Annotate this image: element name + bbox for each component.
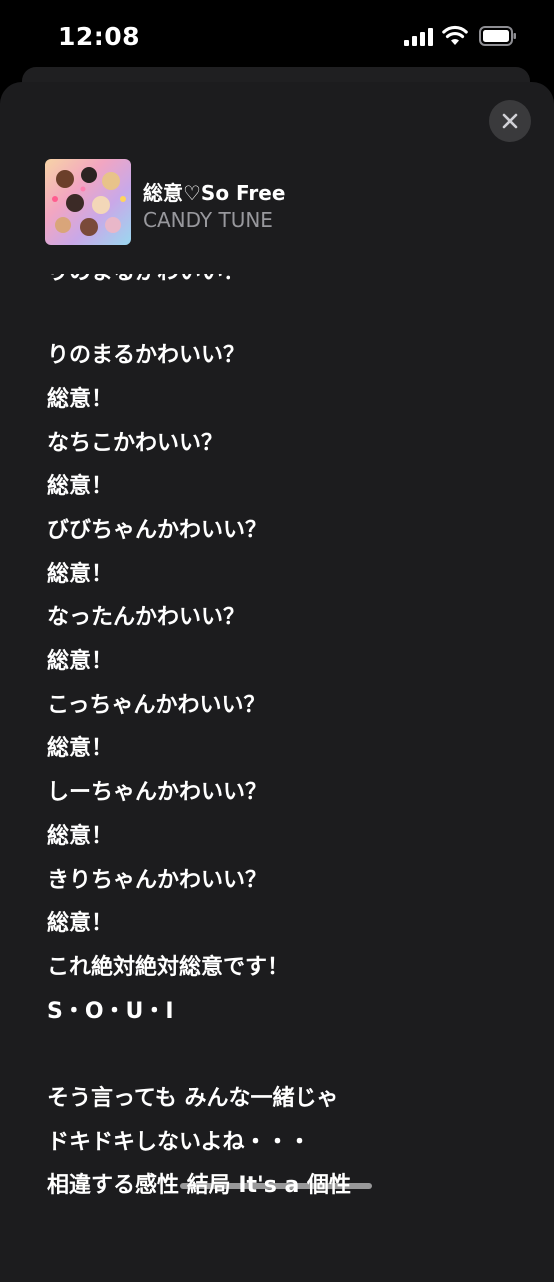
lyric-line: 総意！ xyxy=(47,562,114,587)
lyric-line: これ絶対絶対総意です！ xyxy=(47,955,290,980)
close-icon xyxy=(502,113,518,129)
lyric-line: きりちゃんかわいい？ xyxy=(47,868,268,893)
status-time: 12:08 xyxy=(58,22,141,51)
lyric-line: 総意！ xyxy=(47,824,114,849)
lyric-line: ドキドキしないよね・・・ xyxy=(47,1130,311,1155)
status-bar: 12:08 xyxy=(0,0,554,70)
cellular-signal-icon xyxy=(404,28,433,46)
lyric-line: そう言っても みんな一緒じゃ xyxy=(47,1086,339,1111)
wifi-icon xyxy=(442,25,468,45)
lyric-line: 総意！ xyxy=(47,474,114,499)
lyric-line: なったんかわいい？ xyxy=(47,605,246,630)
artist-name[interactable]: CANDY TUNE xyxy=(143,208,273,232)
lyric-line: 総意！ xyxy=(47,387,114,412)
song-title: 総意♡So Free xyxy=(143,181,286,205)
lyric-line: なちこかわいい？ xyxy=(47,431,224,456)
album-artwork-image xyxy=(52,167,126,236)
lyric-line: 総意！ xyxy=(47,649,114,674)
lyric-line: S・O・U・I xyxy=(47,999,174,1024)
album-artwork[interactable] xyxy=(45,159,131,245)
battery-icon xyxy=(479,26,516,46)
now-playing-header: 総意♡So Free CANDY TUNE xyxy=(0,150,554,268)
close-button[interactable] xyxy=(489,100,531,142)
lyric-line: こっちゃんかわいい？ xyxy=(47,693,266,718)
lyric-line: 総意！ xyxy=(47,736,114,761)
home-indicator[interactable] xyxy=(180,1183,372,1189)
lyric-line: しーちゃんかわいい？ xyxy=(47,780,268,805)
lyrics-scroll-view[interactable]: りのまるかわいい？ りのまるかわいい？ 総意！ なちこかわいい？ 総意！ びびち… xyxy=(0,240,554,1199)
lyric-line: りのまるかわいい？ xyxy=(47,343,246,368)
lyric-line: 総意！ xyxy=(47,911,114,936)
lyric-line: びびちゃんかわいい？ xyxy=(47,518,268,543)
